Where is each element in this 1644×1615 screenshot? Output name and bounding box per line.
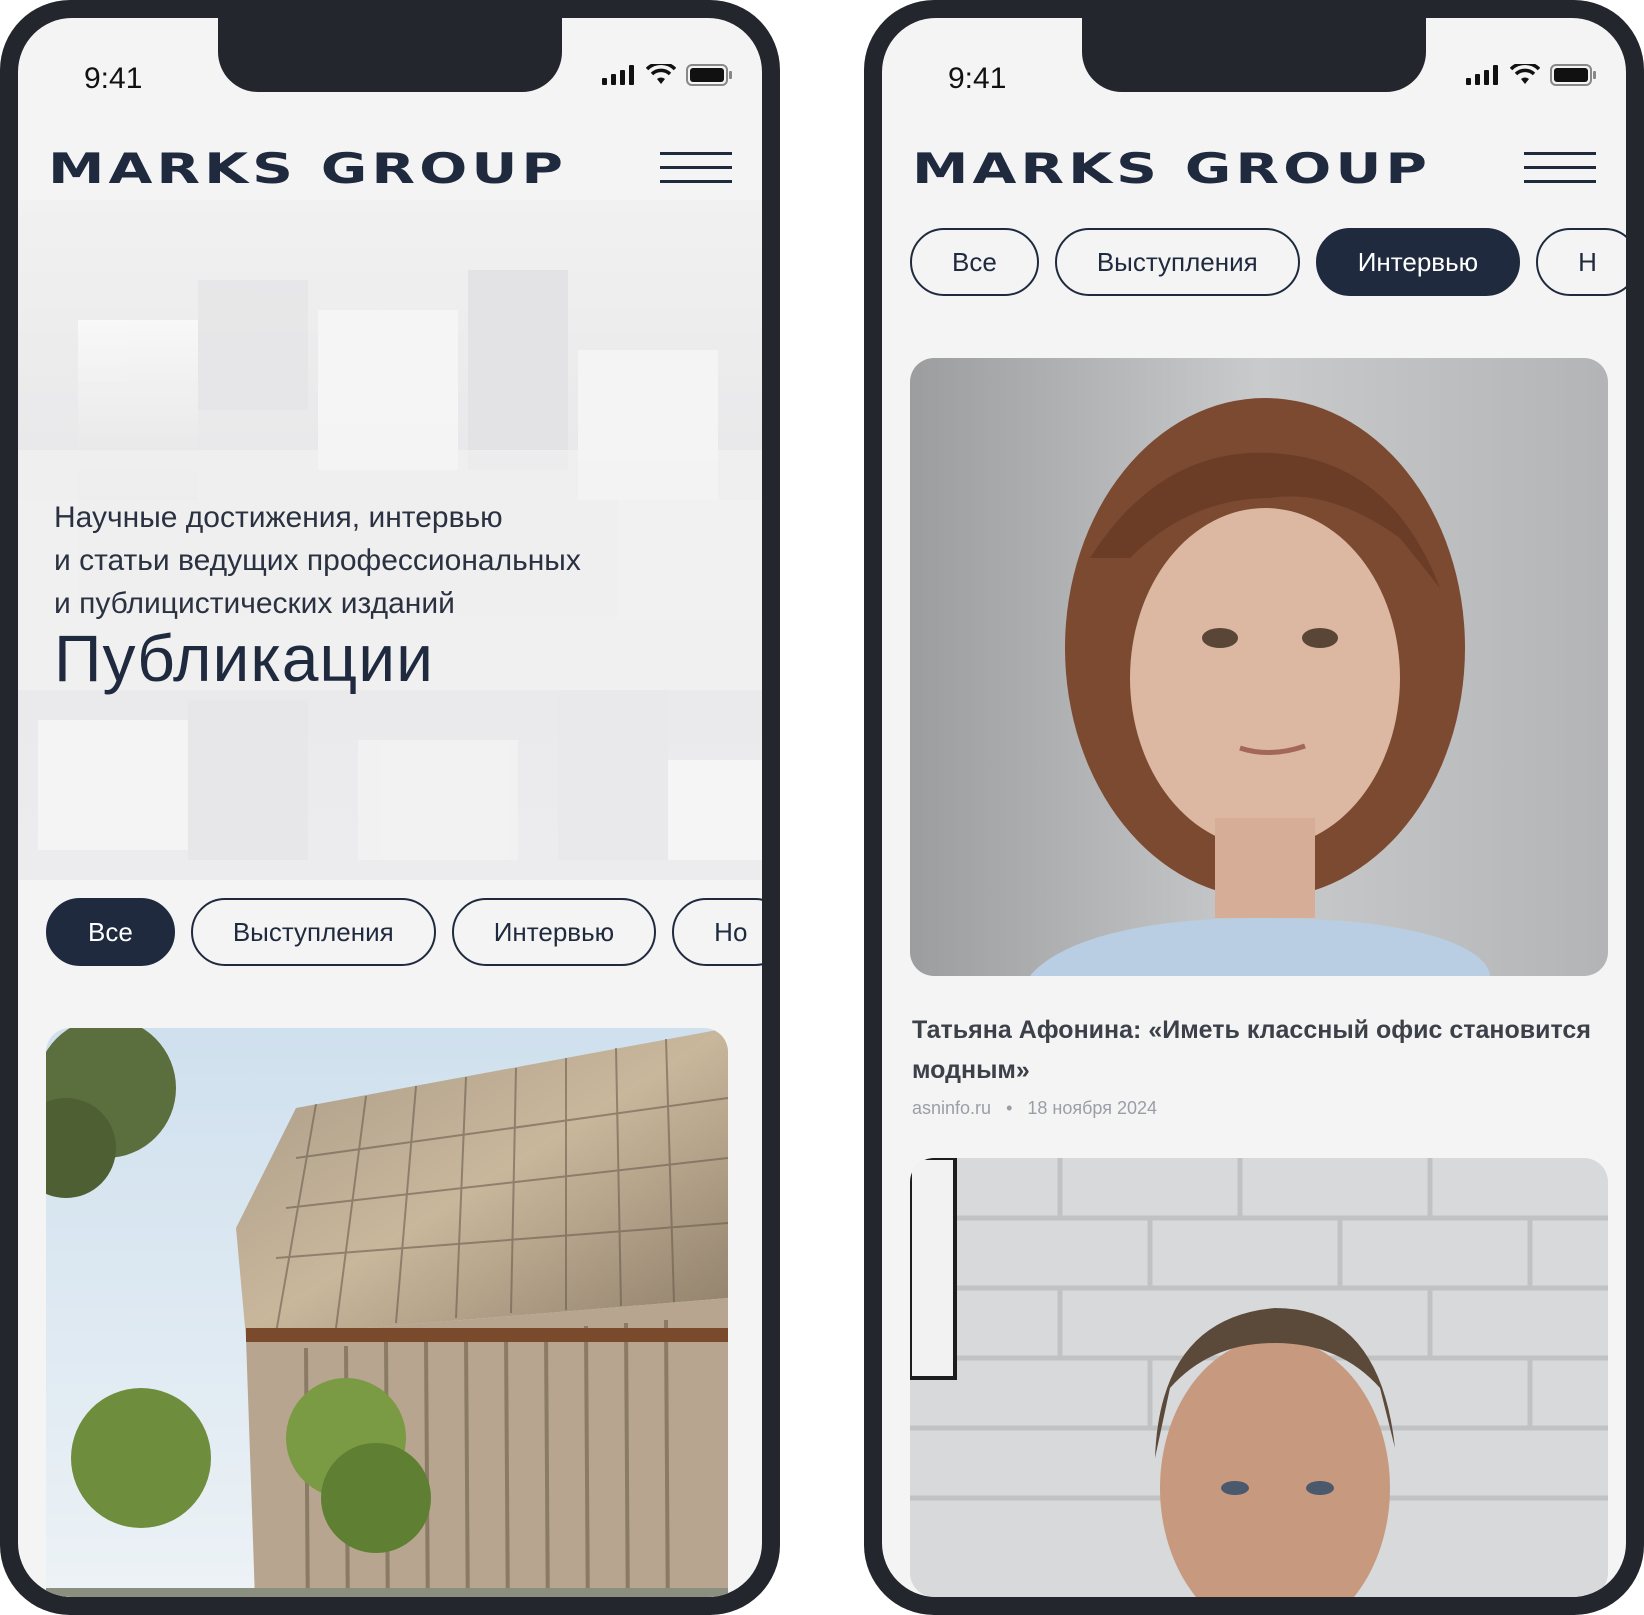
signal-icon	[1466, 65, 1498, 85]
hero-subtitle-line: и статьи ведущих профессиональных	[54, 544, 581, 577]
site-header: MARKS GROUP	[882, 108, 1626, 218]
filter-chips: Все Выступления Интервью Н	[910, 228, 1626, 296]
filter-chip-speeches[interactable]: Выступления	[1054, 228, 1300, 296]
hero-subtitle: Научные достижения, интервью и статьи ве…	[54, 496, 581, 625]
article-date: 18 ноября 2024	[1027, 1098, 1158, 1118]
portrait-photo	[910, 1158, 1608, 1597]
hamburger-menu-icon[interactable]	[660, 152, 732, 186]
site-header: MARKS GROUP	[18, 108, 762, 218]
filter-chip-interviews[interactable]: Интервью	[451, 898, 657, 966]
hero-subtitle-line: Научные достижения, интервью	[54, 501, 503, 534]
screen-right: 9:41 MARKS GROUP Все Выступления Интервь…	[882, 18, 1626, 1597]
battery-icon	[1550, 64, 1596, 86]
filter-chip-all[interactable]: Все	[46, 898, 175, 966]
filter-chip-news[interactable]: Н	[1536, 228, 1626, 296]
wifi-icon	[646, 64, 676, 84]
notch	[1082, 18, 1426, 92]
article-source[interactable]: asninfo.ru	[912, 1098, 991, 1118]
article-card-image[interactable]	[910, 358, 1608, 976]
phone-frame-left: 9:41 MARKS GROUP Научные достижения, инт…	[0, 0, 780, 1615]
filter-chip-speeches[interactable]: Выступления	[190, 898, 436, 966]
battery-icon	[686, 64, 732, 86]
filter-chip-news[interactable]: Но	[672, 898, 762, 966]
signal-icon	[602, 65, 634, 85]
article-card-image[interactable]	[910, 1158, 1608, 1597]
meta-separator: •	[1006, 1098, 1013, 1118]
status-icons	[602, 64, 732, 86]
wifi-icon	[1510, 64, 1540, 84]
filter-chip-all[interactable]: Все	[910, 228, 1039, 296]
screen-left: 9:41 MARKS GROUP Научные достижения, инт…	[18, 18, 762, 1597]
hero-subtitle-line: и публицистических изданий	[54, 587, 455, 620]
notch	[218, 18, 562, 92]
publication-card-image[interactable]	[46, 1028, 728, 1597]
page-title: Публикации	[54, 621, 434, 695]
phone-frame-right: 9:41 MARKS GROUP Все Выступления Интервь…	[864, 0, 1644, 1615]
building-photo	[46, 1028, 728, 1597]
article-title[interactable]: Татьяна Афонина: «Иметь классный офис ст…	[912, 1010, 1602, 1090]
status-icons	[1466, 64, 1596, 86]
status-time: 9:41	[948, 62, 1007, 95]
brand-logo[interactable]: MARKS GROUP	[48, 144, 567, 193]
portrait-photo	[910, 358, 1608, 976]
filter-chip-interviews[interactable]: Интервью	[1315, 228, 1521, 296]
article-meta: asninfo.ru • 18 ноября 2024	[912, 1098, 1167, 1119]
filter-chips: Все Выступления Интервью Но	[46, 898, 762, 966]
hamburger-menu-icon[interactable]	[1524, 152, 1596, 186]
status-time: 9:41	[84, 62, 143, 95]
hero-section: Научные достижения, интервью и статьи ве…	[18, 200, 762, 880]
brand-logo[interactable]: MARKS GROUP	[912, 144, 1431, 193]
